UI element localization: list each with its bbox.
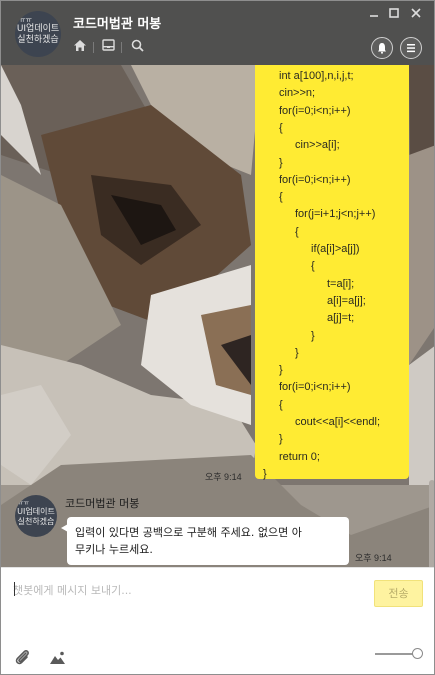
code-line: a[j]=t; (327, 312, 355, 325)
chat-window: ㅠㅠ UI업데이트 실천하겠습 코드머법관 머봉 int a[100],n,i,… (0, 0, 435, 675)
header-divider (93, 42, 94, 53)
menu-icon[interactable] (400, 37, 422, 59)
home-icon[interactable] (71, 39, 89, 57)
code-line: } (311, 329, 315, 342)
bot-message-bubble[interactable]: 입력이 있다면 공백으로 구분해 주세요. 없으면 아 무키나 누르세요. (61, 517, 349, 565)
chat-scrollbar[interactable] (429, 480, 434, 567)
code-line: } (263, 467, 267, 480)
code-line: cin>>n; (279, 87, 316, 100)
opacity-slider-knob[interactable] (412, 648, 423, 659)
code-line: for(i=0;i<n;i++) (279, 381, 351, 394)
chat-header: ㅠㅠ UI업데이트 실천하겠습 코드머법관 머봉 (1, 1, 434, 65)
code-line: } (279, 433, 283, 446)
code-line: { (279, 121, 283, 134)
code-line: a[i]=a[j]; (327, 294, 366, 307)
code-line: { (295, 225, 299, 238)
bot-avatar[interactable]: ㅠㅠ UI업데이트 실천하겠습 (15, 495, 57, 537)
bot-message-text-1: 입력이 있다면 공백으로 구분해 주세요. 없으면 아 (75, 526, 302, 539)
bot-message-text-2: 무키나 누르세요. (75, 543, 153, 556)
profile-avatar[interactable]: ㅠㅠ UI업데이트 실천하겠습 (15, 11, 61, 57)
opacity-slider-track[interactable] (375, 653, 417, 655)
header-divider (121, 42, 122, 53)
code-line: for(i=0;i<n;i++) (279, 104, 351, 117)
code-message-time: 오후 9:14 (205, 472, 242, 482)
chat-title: 코드머법관 머봉 (73, 17, 162, 32)
code-line: cout<<a[i]<<endl; (295, 416, 381, 428)
bot-message-time: 오후 9:14 (355, 553, 392, 563)
image-emoticon-icon[interactable] (48, 648, 68, 668)
bot-avatar-text-1: ㅠㅠ (18, 500, 30, 507)
avatar-text-3: 실천하겠습 (17, 35, 59, 45)
search-icon[interactable] (128, 39, 146, 57)
bot-avatar-text-3: 실천하겠습 (17, 517, 55, 526)
notification-bell-icon[interactable] (371, 37, 393, 59)
drawer-icon[interactable] (99, 39, 117, 57)
code-line: } (279, 364, 283, 377)
code-line: { (279, 191, 283, 204)
composer: 전송 (1, 567, 434, 674)
code-line: if(a[i]>a[j]) (311, 243, 360, 255)
minimize-icon[interactable] (367, 7, 381, 21)
code-line: } (295, 346, 299, 359)
code-line: cin>>a[i]; (295, 139, 340, 152)
maximize-icon[interactable] (387, 7, 401, 21)
avatar-text-2: UI업데이트 (16, 24, 60, 34)
chat-area[interactable]: int a[100],n,i,j,t; cin>>n; for(i=0;i<n;i+… (1, 65, 434, 567)
bot-sender-name: 코드머법관 머봉 (65, 497, 140, 510)
bot-avatar-text-2: UI업데이트 (17, 507, 55, 516)
send-button[interactable]: 전송 (374, 580, 423, 607)
code-line: for(i=0;i<n;i++) (279, 173, 351, 186)
code-line: { (279, 398, 283, 411)
code-line: } (279, 156, 283, 169)
code-line: for(j=i+1;j<n;j++) (295, 208, 376, 221)
close-icon[interactable] (409, 7, 423, 21)
avatar-text-1: ㅠㅠ (19, 16, 32, 24)
message-input[interactable] (13, 580, 353, 600)
code-line: t=a[i]; (327, 277, 355, 290)
code-line: { (311, 260, 315, 273)
code-line: int a[100],n,i,j,t; (279, 70, 354, 82)
text-cursor (14, 582, 15, 596)
attach-file-icon[interactable] (13, 648, 33, 668)
code-line: return 0; (279, 450, 320, 463)
my-code-bubble[interactable]: int a[100],n,i,j,t; cin>>n; for(i=0;i<n;i+… (255, 65, 409, 480)
